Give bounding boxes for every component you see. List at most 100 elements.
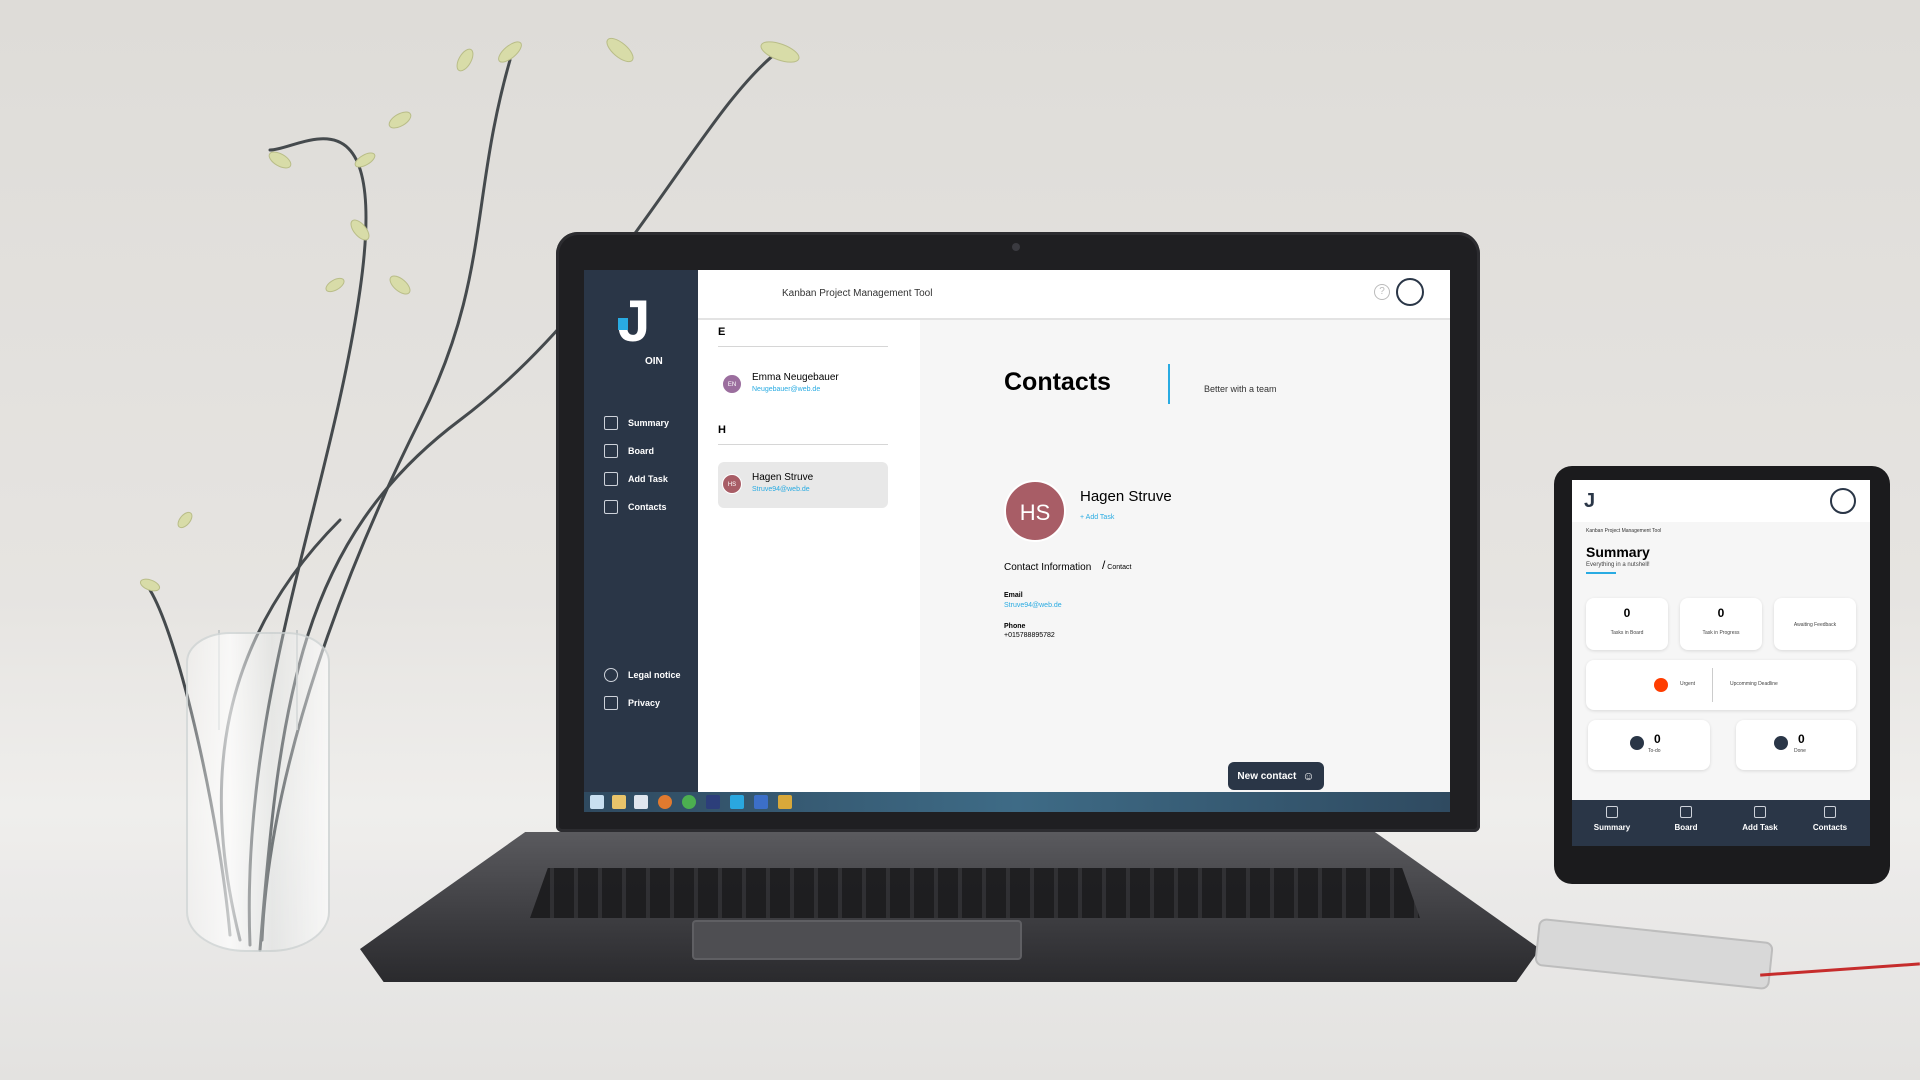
settings-icon[interactable]: [778, 795, 792, 809]
sidebar-item-add-task[interactable]: Add Task: [604, 470, 668, 488]
urgent-label: Urgent: [1680, 681, 1696, 687]
tablet-nav-label: Add Task: [1742, 823, 1778, 832]
pencil-icon: [1630, 736, 1644, 750]
todo-value: 0: [1654, 732, 1661, 746]
tablet-nav-label: Contacts: [1812, 823, 1848, 832]
sidebar-item-label: Contacts: [628, 502, 667, 512]
contacts-icon: [1824, 806, 1836, 818]
awaiting-feedback-card[interactable]: Awaiting Feedback: [1774, 598, 1856, 650]
document-icon[interactable]: [634, 795, 648, 809]
contact-email: Neugebauer@web.de: [752, 386, 821, 393]
glass-vase: [186, 632, 330, 952]
group-separator: [718, 346, 888, 347]
contact-email: Struve94@web.de: [752, 486, 810, 493]
email-label: Email: [1004, 592, 1023, 599]
done-card[interactable]: 0 Done: [1736, 720, 1856, 770]
info-icon: [604, 668, 618, 682]
app-title: Kanban Project Management Tool: [782, 288, 933, 299]
sidebar-item-label: Privacy: [628, 698, 661, 708]
sidebar-item-label: Summary: [628, 418, 670, 428]
tablet-user-icon[interactable]: [1830, 488, 1856, 514]
group-letter: H: [718, 424, 726, 436]
laptop-screen: J OIN Summary Board Add Task Contacts Le…: [584, 270, 1450, 812]
contact-name: Emma Neugebauer: [752, 372, 839, 383]
edit-contact-label: Contact: [1107, 564, 1132, 571]
email-value[interactable]: Struve94@web.de: [1004, 602, 1062, 609]
tablet-page-title: Summary: [1586, 544, 1650, 560]
new-contact-button[interactable]: New contact ☺: [1228, 762, 1324, 790]
urgent-divider: [1712, 668, 1713, 702]
phone-value: +015788895782: [1004, 632, 1055, 639]
sidebar-item-legal-notice[interactable]: Legal notice: [604, 666, 681, 684]
tablet-nav-add-task[interactable]: Add Task: [1730, 806, 1790, 832]
tablet-nav-board[interactable]: Board: [1656, 806, 1716, 832]
page-title: Contacts: [1004, 368, 1111, 396]
tablet-nav-label: Summary: [1593, 823, 1631, 832]
photoshop-icon[interactable]: [706, 795, 720, 809]
tasks-in-progress-card[interactable]: 0 Task in Progress: [1680, 598, 1762, 650]
board-icon: [1680, 806, 1692, 818]
laptop-camera: [1012, 243, 1020, 251]
start-icon[interactable]: [590, 795, 604, 809]
sidebar-item-board[interactable]: Board: [604, 442, 654, 460]
help-icon[interactable]: ?: [1374, 284, 1390, 300]
bookmark-icon: [604, 696, 618, 710]
tablet-page-subtitle: Everything in a nutshell!: [1586, 562, 1650, 568]
edit-contact-button[interactable]: / Contact: [1102, 558, 1131, 572]
user-avatar-icon[interactable]: [1396, 278, 1424, 306]
folder-icon[interactable]: [612, 795, 626, 809]
summary-icon: [1606, 806, 1618, 818]
tablet-nav-contacts[interactable]: Contacts: [1800, 806, 1860, 832]
laptop-keyboard: [530, 868, 1420, 918]
contact-item[interactable]: EN Emma Neugebauer Neugebauer@web.de: [718, 362, 888, 408]
add-task-link[interactable]: + Add Task: [1080, 514, 1114, 521]
title-divider: [1168, 364, 1170, 404]
tablet-nav-summary[interactable]: Summary: [1582, 806, 1642, 832]
phone-label: Phone: [1004, 623, 1026, 630]
card-label: Awaiting Feedback: [1793, 622, 1837, 628]
sidebar-item-label: Board: [628, 446, 655, 456]
logo-suffix: OIN: [645, 356, 663, 367]
card-label: Tasks in Board: [1610, 630, 1644, 636]
os-taskbar: [584, 792, 1450, 812]
new-contact-label: New contact: [1237, 770, 1297, 782]
sidebar-item-contacts[interactable]: Contacts: [604, 498, 667, 516]
logo-accent-square: [618, 318, 628, 330]
urgent-card[interactable]: Urgent Upcomming Deadline: [1586, 660, 1856, 710]
contact-name: Hagen Struve: [752, 472, 814, 483]
skype-icon[interactable]: [730, 795, 744, 809]
add-task-icon: [604, 472, 618, 486]
chrome-icon[interactable]: [682, 795, 696, 809]
card-value: 0: [1623, 606, 1631, 620]
board-icon: [604, 444, 618, 458]
group-separator: [718, 444, 888, 445]
sidebar: J OIN Summary Board Add Task Contacts Le…: [584, 270, 698, 792]
contact-detail-avatar: HS: [1004, 480, 1066, 542]
sidebar-item-summary[interactable]: Summary: [604, 414, 669, 432]
card-value: 0: [1717, 606, 1725, 620]
contact-avatar: HS: [722, 474, 742, 494]
word-icon[interactable]: [754, 795, 768, 809]
page-subtitle: Better with a team: [1204, 384, 1277, 394]
contact-item-selected[interactable]: HS Hagen Struve Struve94@web.de: [718, 462, 888, 508]
todo-card[interactable]: 0 To-do: [1588, 720, 1710, 770]
pencil-icon: /: [1102, 558, 1106, 572]
contacts-icon: [604, 500, 618, 514]
tablet-app-title: Kanban Project Management Tool: [1586, 528, 1662, 534]
laptop-touchpad: [692, 920, 1022, 960]
contact-detail-panel: Contacts Better with a team HS Hagen Str…: [920, 320, 1450, 792]
contact-avatar: EN: [722, 374, 742, 394]
add-task-icon: [1754, 806, 1766, 818]
urgent-icon: [1654, 678, 1668, 692]
check-icon: [1774, 736, 1788, 750]
tablet-title-underline: [1586, 572, 1616, 574]
contact-info-title: Contact Information: [1004, 562, 1092, 573]
contact-list: E EN Emma Neugebauer Neugebauer@web.de H…: [698, 320, 920, 792]
tasks-in-board-card[interactable]: 0 Tasks in Board: [1586, 598, 1668, 650]
group-letter: E: [718, 326, 726, 338]
sidebar-item-privacy[interactable]: Privacy: [604, 694, 660, 712]
add-person-icon: ☺: [1302, 769, 1315, 783]
firefox-icon[interactable]: [658, 795, 672, 809]
todo-label: To-do: [1648, 748, 1661, 754]
sidebar-item-label: Add Task: [628, 474, 668, 484]
